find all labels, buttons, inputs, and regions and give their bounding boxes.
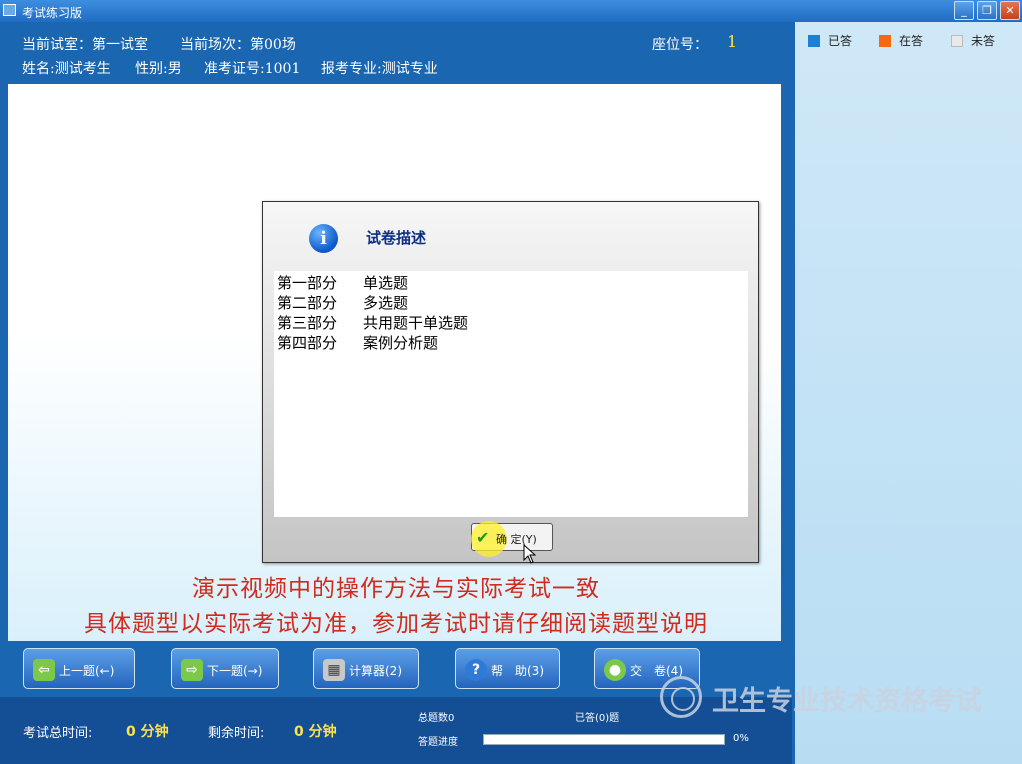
total-questions: 总题数0 (418, 713, 455, 724)
gender-label: 性别:男 (135, 61, 182, 77)
legend-answered: 已答 (808, 32, 852, 49)
list-item: 第一部分 单选题 (277, 272, 408, 293)
part-type: 多选题 (363, 294, 409, 312)
answered-count: 已答(0)题 (575, 713, 620, 724)
legend-unanswered: 未答 (951, 32, 995, 49)
answer-card-panel: 已答 在答 未答 (795, 22, 1022, 764)
notice-line-2: 具体题型以实际考试为准，参加考试时请仔细阅读题型说明 (84, 611, 708, 637)
title-bar: 考试练习版 _ ❐ ✕ (0, 0, 1022, 22)
progress-label: 答题进度 (418, 737, 458, 748)
remaining-time-value: 0 分钟 (294, 724, 337, 740)
seal-icon (660, 676, 702, 718)
remaining-time-label: 剩余时间: (208, 726, 265, 741)
prev-question-button[interactable]: ⇦ 上一题(←) (23, 648, 135, 689)
dialog-title: 试卷描述 (366, 229, 427, 247)
next-label: 下一题(→) (207, 664, 263, 678)
app-icon (3, 4, 16, 16)
session-label: 当前场次：第00场 (180, 37, 296, 53)
legend-current-label: 在答 (899, 34, 924, 48)
help-button[interactable]: ? 帮 助(3) (455, 648, 560, 689)
calculator-button[interactable]: ▦ 计算器(2) (313, 648, 419, 689)
next-question-button[interactable]: ⇨ 下一题(→) (171, 648, 279, 689)
window-title: 考试练习版 (22, 6, 83, 20)
calculator-label: 计算器(2) (349, 664, 402, 678)
list-item: 第四部分 案例分析题 (277, 332, 438, 353)
help-label: 帮 助(3) (491, 664, 544, 678)
current-swatch (879, 35, 891, 47)
paper-parts-list: 第一部分 单选题 第二部分 多选题 第三部分 共用题干单选题 第四部分 案例分析题 (274, 271, 748, 517)
legend-answered-label: 已答 (828, 34, 853, 48)
seat-number: 1 (727, 32, 738, 51)
close-button[interactable]: ✕ (1000, 1, 1020, 20)
calculator-icon: ▦ (323, 659, 345, 681)
arrow-right-icon: ⇨ (181, 659, 203, 681)
part-type: 案例分析题 (363, 334, 439, 352)
unanswered-swatch (951, 35, 963, 47)
progress-percent: 0% (733, 733, 749, 744)
notice-line-1: 演示视频中的操作方法与实际考试一致 (192, 576, 600, 602)
part-type: 单选题 (363, 274, 409, 292)
legend-unanswered-label: 未答 (971, 34, 996, 48)
name-label: 姓名:测试考生 (22, 61, 111, 77)
ticket-number-label: 准考证号:1001 (204, 61, 301, 77)
prev-label: 上一题(←) (59, 664, 115, 678)
help-icon: ? (465, 659, 487, 681)
part-type: 共用题干单选题 (363, 314, 469, 332)
part-label: 第四部分 (277, 334, 338, 352)
seat-label: 座位号： (652, 37, 708, 53)
arrow-left-icon: ⇦ (33, 659, 55, 681)
list-item: 第三部分 共用题干单选题 (277, 312, 468, 333)
check-icon: ✔ (476, 528, 490, 547)
maximize-button[interactable]: ❐ (977, 1, 997, 20)
total-time-value: 0 分钟 (126, 724, 169, 740)
minimize-button[interactable]: _ (954, 1, 974, 20)
major-label: 报考专业:测试专业 (321, 61, 438, 77)
total-time-label: 考试总时间: (23, 726, 93, 741)
paper-description-dialog: i 试卷描述 第一部分 单选题 第二部分 多选题 第三部分 共用题干单选题 第四部分 案… (262, 201, 759, 564)
info-icon: i (309, 224, 338, 253)
part-label: 第一部分 (277, 274, 338, 292)
part-label: 第二部分 (277, 294, 338, 312)
mouse-cursor-icon (523, 544, 537, 564)
part-label: 第三部分 (277, 314, 338, 332)
progress-bar (483, 734, 725, 745)
exam-info-header: 当前试室：第一试室 当前场次：第00场 座位号： 1 姓名:测试考生 性别:男 … (0, 22, 792, 84)
answered-swatch (808, 35, 820, 47)
list-item: 第二部分 多选题 (277, 292, 408, 313)
room-label: 当前试室：第一试室 (22, 37, 148, 53)
watermark-text: 卫生专业技术资格考试 (712, 686, 982, 717)
legend-current: 在答 (879, 32, 923, 49)
submit-icon: ● (604, 659, 626, 681)
watermark: 卫生专业技术资格考试 (660, 672, 1022, 722)
ok-button[interactable]: ✔ 确 定(Y) (471, 521, 553, 557)
